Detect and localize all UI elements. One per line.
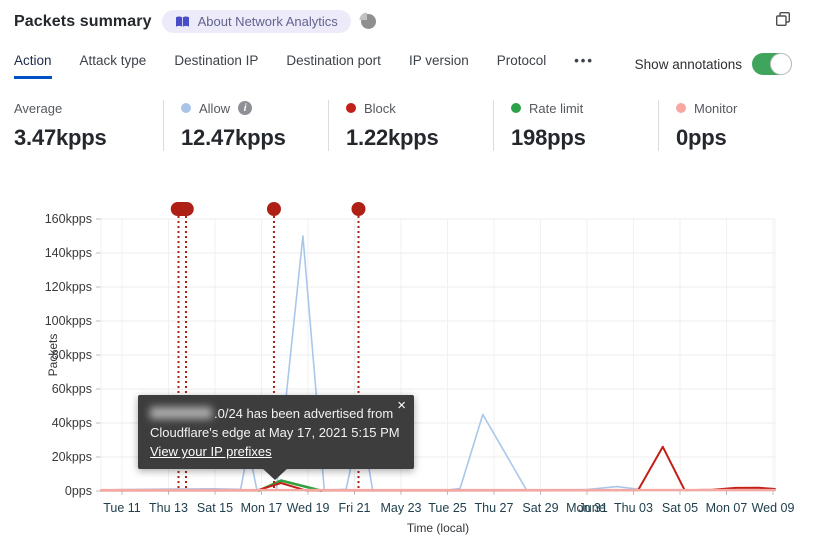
annotation-marker-dot[interactable] [266,202,281,216]
x-tick-label: Sat 29 [522,501,558,515]
x-tick-label: Thu 13 [149,501,188,515]
x-tick-label: Tue 11 [103,501,141,515]
x-tick-label: Tue 25 [428,501,467,515]
view-ip-prefixes-link[interactable]: View your IP prefixes [150,444,272,459]
y-tick-label: 40kpps [52,416,92,430]
redacted-ip-prefix [150,407,212,419]
tooltip-caret [262,468,288,480]
y-tick-label: 120kpps [45,280,92,294]
y-tick-label: 160kpps [45,212,92,226]
x-tick-label: Fri 21 [339,501,371,515]
tooltip-line1: .0/24 has been advertised from [150,404,402,423]
x-tick-label: Thu 03 [614,501,653,515]
annotation-marker-dot[interactable] [351,202,366,216]
annotation-marker-pill[interactable] [170,202,194,216]
y-tick-label: 0pps [65,484,92,498]
y-tick-label: 140kpps [45,246,92,260]
x-tick-label: Wed 19 [287,501,330,515]
y-tick-label: 60kpps [52,382,92,396]
x-tick-label: Thu 27 [475,501,514,515]
x-tick-label: Sat 15 [197,501,233,515]
x-tick-label: Mon 17 [241,501,283,515]
annotation-tooltip: .0/24 has been advertised from Cloudflar… [138,395,414,480]
x-tick-label: May 23 [381,501,422,515]
x-axis-title: Time (local) [407,521,469,535]
y-axis-title: Packets [46,334,60,377]
y-tick-label: 20kpps [52,450,92,464]
y-tick-label: 100kpps [45,314,92,328]
close-icon[interactable]: × [397,397,406,415]
x-tick-label: Sat 05 [662,501,698,515]
x-tick-label: Mon 07 [706,501,748,515]
tooltip-line2: Cloudflare's edge at May 17, 2021 5:15 P… [150,425,400,440]
x-tick-label: June [579,501,606,515]
x-tick-label: Wed 09 [752,501,795,515]
